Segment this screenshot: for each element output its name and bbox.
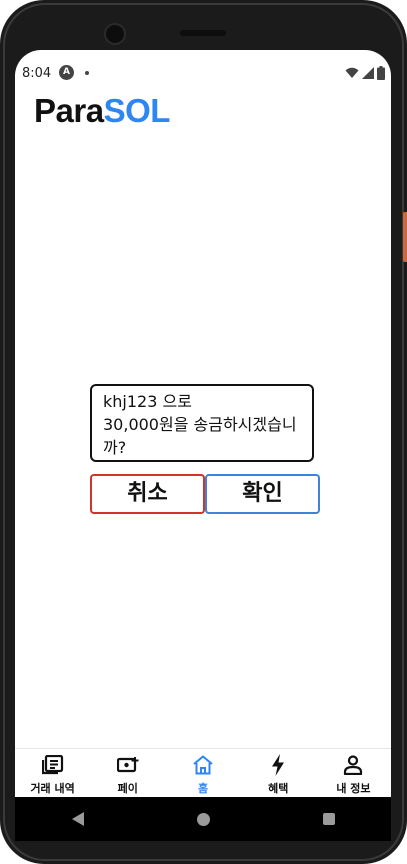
- tab-label-home: 홈: [197, 782, 209, 795]
- cancel-button[interactable]: 취소: [90, 474, 205, 514]
- android-navigation-bar: [15, 797, 391, 841]
- front-camera: [104, 23, 126, 45]
- android-a-icon: A: [59, 65, 74, 80]
- home-circle-icon[interactable]: [196, 812, 210, 826]
- app-logo: ParaSOL: [34, 92, 170, 130]
- logo-part-para: Para: [34, 92, 104, 129]
- bottom-tab-bar: 거래 내역 페이 홈 혜택 내 정보: [15, 748, 391, 797]
- tab-my-info[interactable]: 내 정보: [316, 749, 391, 797]
- logo-part-sol: SOL: [103, 92, 171, 129]
- tab-label-transactions: 거래 내역: [30, 782, 75, 795]
- home-icon: [193, 755, 213, 775]
- recents-icon[interactable]: [322, 813, 335, 825]
- message-line-amount: 30,000원을 송금하시겠습니까?: [103, 415, 297, 457]
- lightning-icon: [272, 754, 285, 776]
- tab-transactions[interactable]: 거래 내역: [15, 749, 90, 797]
- message-line-recipient: khj123 으로: [103, 392, 192, 411]
- power-button: [403, 212, 407, 262]
- phone-frame: 8:04 A ParaSOL khj123 으로 30,000원을 송금하시겠습…: [0, 0, 407, 864]
- tab-pay[interactable]: 페이: [90, 749, 165, 797]
- tab-label-pay: 페이: [117, 782, 138, 795]
- status-icons: [345, 64, 385, 82]
- back-icon[interactable]: [71, 812, 84, 826]
- signal-icon: [362, 67, 374, 79]
- wifi-icon: [345, 67, 359, 78]
- person-icon: [344, 755, 363, 775]
- earpiece-speaker: [180, 30, 226, 36]
- card-add-icon: [116, 757, 139, 773]
- transfer-confirm-message: khj123 으로 30,000원을 송금하시겠습니까?: [90, 384, 314, 462]
- status-time: 8:04: [22, 66, 52, 81]
- tab-home[interactable]: 홈: [165, 749, 240, 797]
- receipt-list-icon: [41, 755, 63, 775]
- tab-benefits[interactable]: 혜택: [241, 749, 316, 797]
- battery-icon: [377, 66, 385, 80]
- notification-dot-icon: [85, 71, 89, 75]
- confirm-button[interactable]: 확인: [205, 474, 320, 514]
- dialog-buttons: 취소 확인: [90, 474, 320, 514]
- app-screen: 8:04 A ParaSOL khj123 으로 30,000원을 송금하시겠습…: [15, 50, 391, 797]
- tab-label-my-info: 내 정보: [336, 782, 371, 795]
- tab-label-benefits: 혜택: [268, 782, 289, 795]
- status-bar: 8:04 A: [15, 60, 391, 86]
